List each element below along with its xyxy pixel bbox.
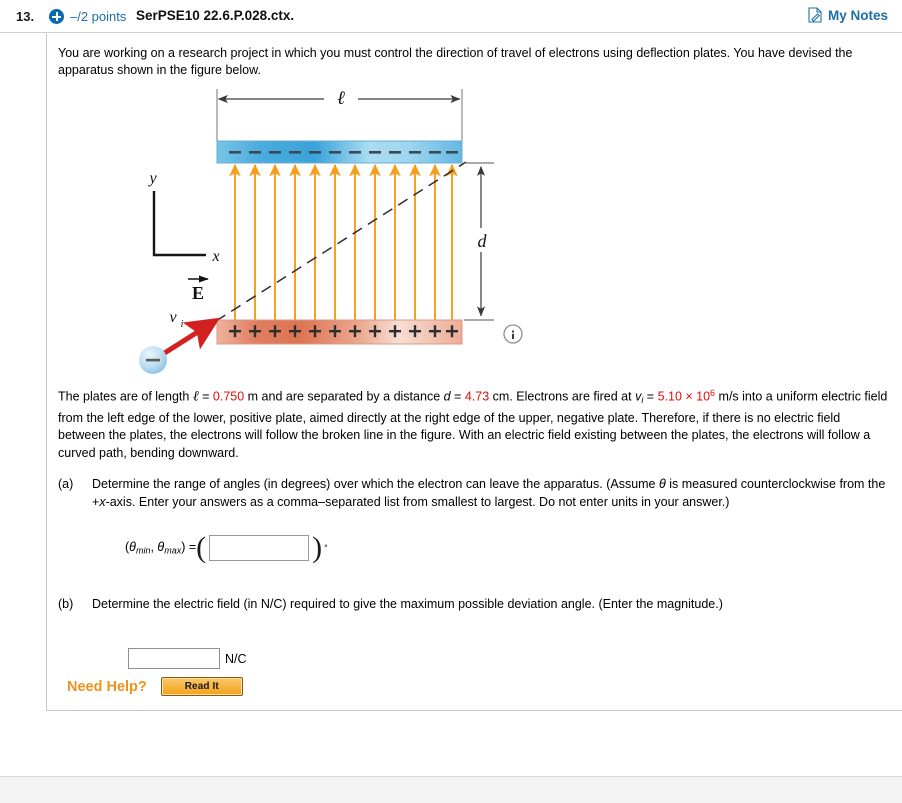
eq-1: = <box>198 389 213 404</box>
part-a-text-3: -axis. Enter your answers as a comma–sep… <box>105 494 730 509</box>
para-part-3: cm. Electrons are fired at <box>489 389 636 404</box>
apparatus-figure: ℓ d y x E v i <box>132 83 612 393</box>
points-text: –/2 points <box>70 9 127 24</box>
part-b-text: Determine the electric field (in N/C) re… <box>92 597 723 611</box>
part-a-text-1: Determine the range of angles (in degree… <box>92 477 659 491</box>
part-b-label: (b) <box>58 597 74 611</box>
length-label: ℓ <box>337 88 345 109</box>
length-dimension: ℓ <box>216 88 463 141</box>
notes-page-icon <box>808 7 822 23</box>
e-field-label: E <box>188 275 209 303</box>
my-notes-label: My Notes <box>827 7 888 23</box>
part-b: (b) Determine the electric field (in N/C… <box>58 596 898 614</box>
part-a-answer-row: (θmin, θmax) = ( ) ° <box>125 533 328 563</box>
info-icon[interactable] <box>503 324 523 344</box>
need-help-label: Need Help? <box>67 678 147 695</box>
bottom-positive-plate <box>216 319 463 345</box>
svg-text:v: v <box>169 309 177 326</box>
gap-label: d <box>478 231 488 251</box>
question-panel: You are working on a research project in… <box>46 33 902 711</box>
my-notes-button[interactable]: My Notes <box>808 7 888 23</box>
part-a-answer-label: (θmin, θmax) = <box>125 540 197 556</box>
theta-range-input[interactable] <box>209 535 310 561</box>
footer-strip <box>0 776 902 803</box>
degree-unit: ° <box>324 543 328 553</box>
need-help-row: Need Help? Read It <box>67 677 243 696</box>
x-axis-label: x <box>211 248 219 265</box>
length-value: 0.750 <box>212 389 245 404</box>
para-part-1: The plates are of length <box>58 389 193 404</box>
broken-line-trajectory <box>215 161 467 322</box>
close-paren: ) <box>312 531 323 564</box>
gap-dimension: d <box>464 162 494 321</box>
eq-3: = <box>643 389 658 404</box>
electric-field-input[interactable] <box>128 648 220 669</box>
y-axis-label: y <box>147 170 157 187</box>
coordinate-axes: y x <box>147 170 219 265</box>
page-root: 13. –/2 points SerPSE10 22.6.P.028.ctx. … <box>0 0 902 803</box>
initial-velocity-label: v i <box>169 309 183 330</box>
problem-statement: The plates are of length ℓ = 0.750 m and… <box>58 385 890 462</box>
gap-value: 4.73 <box>464 389 490 404</box>
part-b-answer-row: N/C <box>128 648 247 669</box>
read-it-button[interactable]: Read It <box>160 677 243 696</box>
electron-particle <box>139 346 167 374</box>
question-number: 13. <box>16 9 35 24</box>
part-a: (a) Determine the range of angles (in de… <box>58 476 898 511</box>
svg-text:E: E <box>192 283 204 303</box>
theta-symbol: θ <box>658 477 666 491</box>
intro-text: You are working on a research project in… <box>58 46 853 77</box>
question-code: SerPSE10 22.6.P.028.ctx. <box>136 8 295 23</box>
para-part-2: m and are separated by a distance <box>244 389 444 404</box>
part-a-label: (a) <box>58 477 74 491</box>
svg-text:i: i <box>181 319 184 330</box>
part-b-unit: N/C <box>225 651 247 666</box>
top-negative-plate <box>216 140 463 164</box>
question-header: 13. –/2 points SerPSE10 22.6.P.028.ctx. … <box>0 0 902 33</box>
eq-2: = <box>450 389 465 404</box>
electric-field-lines <box>229 163 458 320</box>
open-paren: ( <box>196 531 207 564</box>
gap-symbol: d <box>443 389 451 404</box>
velocity-value: 5.10 × 10 <box>657 389 711 404</box>
part-a-text: Determine the range of angles (in degree… <box>92 476 898 511</box>
plus-circle-icon[interactable] <box>49 9 64 24</box>
